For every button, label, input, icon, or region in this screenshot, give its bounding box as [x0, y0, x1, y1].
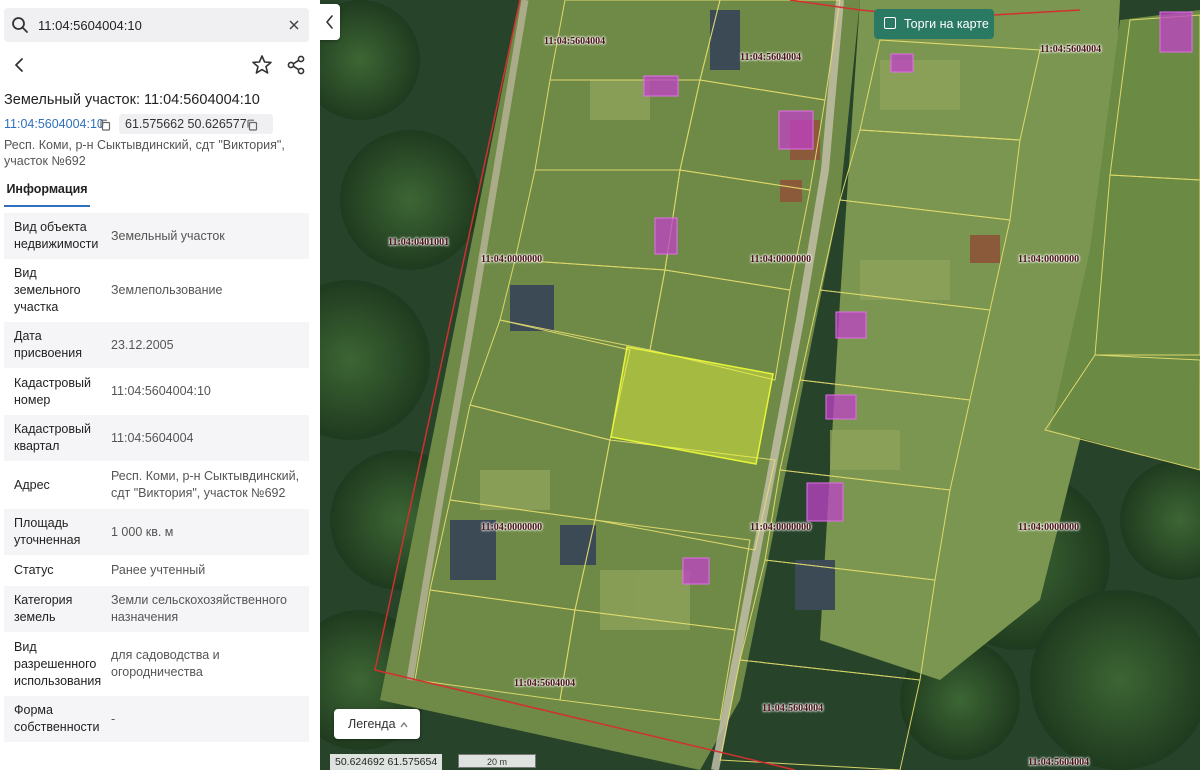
property-key: Дата присвоения: [14, 329, 83, 360]
property-value: 23.12.2005: [111, 337, 174, 352]
cadastral-label: 11:04:0000000: [1018, 522, 1080, 533]
parcel-address: Респ. Коми, р-н Сыктывдинский, сдт "Викт…: [4, 138, 285, 168]
property-row: Кадастровый квартал 11:04:5604004: [4, 415, 309, 461]
building-marker[interactable]: [643, 75, 679, 97]
cadastral-label: 11:04:5604004: [740, 52, 802, 63]
building-marker[interactable]: [825, 394, 857, 420]
cadastral-label: 11:04:0000000: [481, 522, 543, 533]
cadastral-label: 11:04:0401001: [388, 237, 450, 248]
share-button[interactable]: [284, 53, 308, 77]
back-button[interactable]: [6, 52, 32, 78]
copy-icon[interactable]: [99, 119, 111, 131]
clear-icon[interactable]: [285, 16, 303, 34]
properties-table: Вид объекта недвижимости Земельный участо…: [4, 213, 309, 742]
satellite-imagery: [320, 0, 1200, 770]
collapse-panel-button[interactable]: [320, 4, 340, 40]
property-row: Статус Ранее учтенный: [4, 555, 309, 586]
info-panel: Земельный участок: 11:04:5604004:10 11:0…: [0, 0, 320, 770]
cadastral-label: 11:04:0000000: [1018, 254, 1080, 265]
chevron-up-icon: [400, 721, 408, 728]
cadastral-label: 11:04:5604004: [1040, 44, 1102, 55]
property-key: Адрес: [14, 477, 50, 492]
property-row: Адрес Респ. Коми, р-н Сыктывдинский, сдт …: [4, 461, 309, 509]
property-key: Форма собственности: [14, 703, 100, 734]
property-key: Вид земельного участка: [14, 266, 81, 314]
property-value: Землепользование: [111, 283, 223, 297]
cadastral-label: 11:04:5604004: [544, 36, 606, 47]
building-marker[interactable]: [778, 110, 814, 150]
legend-button[interactable]: Легенда: [334, 709, 420, 739]
map-view[interactable]: 11:04:5604004 11:04:5604004 11:04:560400…: [320, 0, 1200, 770]
building-marker[interactable]: [890, 53, 914, 73]
cursor-coordinates: 50.624692 61.575654: [330, 754, 443, 770]
property-row: Форма собственности -: [4, 696, 309, 742]
property-row: Вид объекта недвижимости Земельный участо…: [4, 213, 309, 259]
property-key: Вид разрешенного использования: [14, 639, 102, 688]
cadastral-label: 11:04:5604004: [762, 703, 824, 714]
property-value: -: [111, 711, 116, 726]
auctions-toggle-label: Торги на карте: [904, 17, 989, 31]
building-marker[interactable]: [682, 557, 710, 585]
property-value: Ранее учтенный: [111, 563, 206, 577]
property-value: Земельный участок: [111, 228, 225, 243]
favorite-star-button[interactable]: [250, 53, 274, 77]
cadastral-number-link[interactable]: 11:04:5604004:10: [4, 117, 104, 131]
cadastral-label: 11:04:0000000: [750, 254, 812, 265]
tab-information[interactable]: Информация: [4, 178, 90, 207]
search-bar: [4, 8, 309, 42]
cadastral-label: 11:04:5604004: [514, 678, 576, 689]
search-icon: [12, 17, 28, 33]
property-value: Респ. Коми, р-н Сыктывдинский, сдт "Викт…: [111, 469, 300, 500]
cadastral-label: 11:04:0000000: [481, 254, 543, 265]
property-row: Площадь уточненная 1 000 кв. м: [4, 509, 309, 555]
property-value: 11:04:5604004:10: [111, 384, 211, 398]
property-row: Вид земельного участка Землепользование: [4, 259, 309, 322]
coordinates-text: 61.575662 50.626577: [125, 117, 247, 131]
property-row: Дата присвоения 23.12.2005: [4, 322, 309, 368]
property-key: Категория земель: [14, 593, 73, 624]
property-key: Площадь уточненная: [14, 516, 81, 547]
property-value: для садоводства и огородничества: [111, 648, 220, 679]
building-marker[interactable]: [835, 311, 867, 339]
legend-label: Легенда: [348, 717, 396, 731]
building-marker[interactable]: [654, 217, 678, 255]
property-row: Вид разрешенного использования для садово…: [4, 632, 309, 696]
building-marker[interactable]: [1159, 11, 1193, 53]
property-key: Кадастровый квартал: [14, 422, 91, 453]
property-value: Земли сельскохозяйственного назначения: [111, 593, 287, 624]
property-value: 1 000 кв. м: [111, 524, 174, 539]
property-key: Статус: [14, 563, 54, 577]
cadastral-label: 11:04:5604004: [1028, 757, 1090, 768]
copy-icon[interactable]: [246, 119, 258, 131]
scale-bar: 20 m: [458, 754, 536, 768]
search-input[interactable]: [38, 14, 278, 36]
checkbox-icon[interactable]: [884, 17, 896, 29]
auctions-on-map-toggle[interactable]: Торги на карте: [874, 9, 994, 39]
page-title: Земельный участок: 11:04:5604004:10: [4, 92, 260, 108]
property-key: Кадастровый номер: [14, 375, 91, 407]
property-row: Кадастровый номер 11:04:5604004:10: [4, 368, 309, 415]
building-marker[interactable]: [806, 482, 844, 522]
cadastral-label: 11:04:0000000: [750, 522, 812, 533]
property-row: Категория земель Земли сельскохозяйственн…: [4, 586, 309, 632]
property-key: Вид объекта недвижимости: [14, 220, 99, 251]
property-value: 11:04:5604004: [111, 430, 194, 445]
